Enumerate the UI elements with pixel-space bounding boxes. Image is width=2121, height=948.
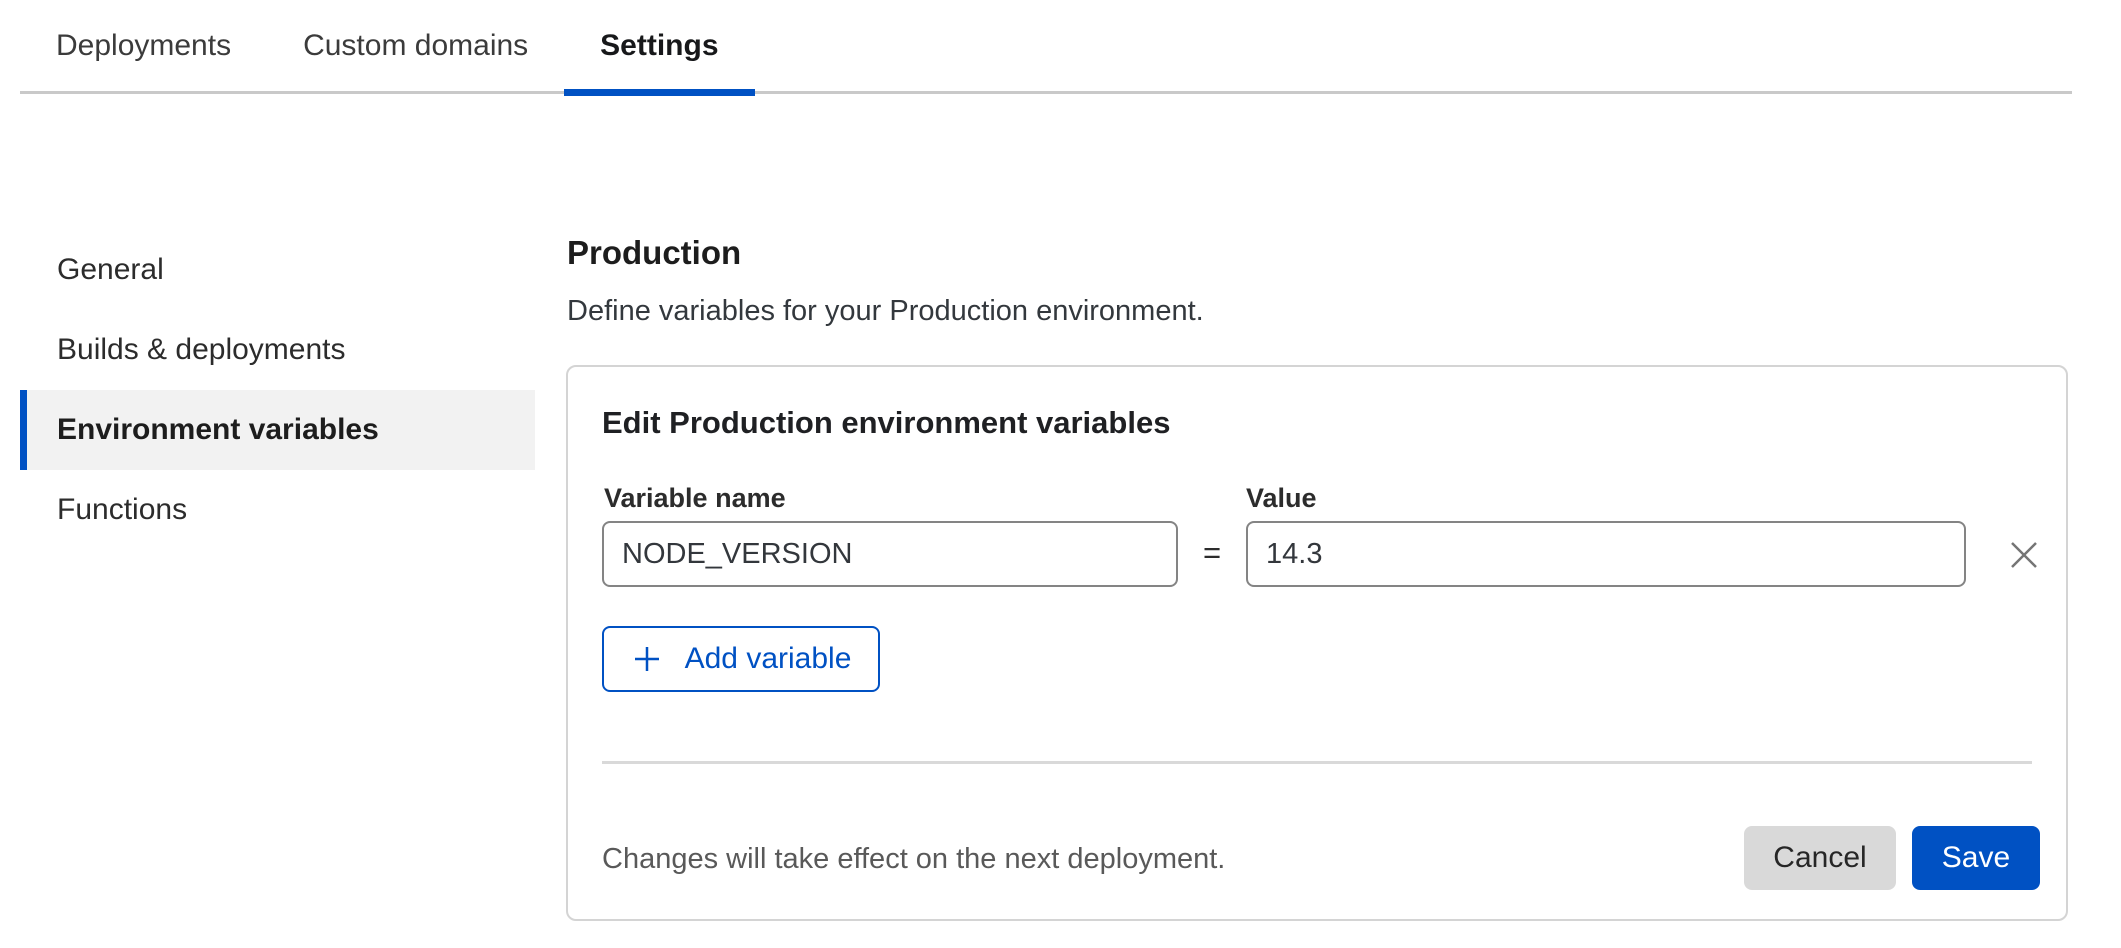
sidebar-item-functions[interactable]: Functions — [20, 470, 535, 550]
remove-variable-button[interactable] — [1998, 529, 2050, 581]
plus-icon — [631, 643, 663, 675]
value-input[interactable] — [1246, 521, 1966, 587]
tab-custom-domains[interactable]: Custom domains — [267, 0, 564, 91]
tab-deployments[interactable]: Deployments — [20, 0, 267, 91]
footer-note: Changes will take effect on the next dep… — [602, 843, 1225, 876]
sidebar-item-general[interactable]: General — [20, 230, 535, 310]
sidebar-item-builds-deployments[interactable]: Builds & deployments — [20, 310, 535, 390]
save-button[interactable]: Save — [1912, 826, 2040, 890]
page-subtitle: Define variables for your Production env… — [567, 295, 1204, 328]
card-title: Edit Production environment variables — [602, 405, 1170, 441]
cancel-button[interactable]: Cancel — [1744, 826, 1896, 890]
close-icon — [2006, 537, 2042, 573]
page-title: Production — [567, 234, 741, 272]
add-variable-label: Add variable — [685, 642, 852, 676]
variable-name-input[interactable] — [602, 521, 1178, 587]
settings-sidebar: General Builds & deployments Environment… — [20, 230, 535, 550]
equals-sign: = — [1194, 535, 1230, 571]
environment-variables-card: Edit Production environment variables Va… — [566, 365, 2068, 921]
variable-name-label: Variable name — [604, 483, 786, 514]
value-label: Value — [1246, 483, 1317, 514]
project-tabbar: Deployments Custom domains Settings — [20, 0, 2072, 94]
sidebar-item-environment-variables[interactable]: Environment variables — [20, 390, 535, 470]
add-variable-button[interactable]: Add variable — [602, 626, 880, 692]
tab-settings[interactable]: Settings — [564, 0, 754, 91]
card-footer-divider — [602, 761, 2032, 764]
